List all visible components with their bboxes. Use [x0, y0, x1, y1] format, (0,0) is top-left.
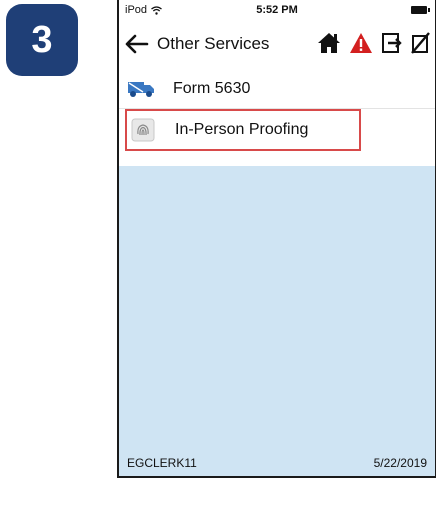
- logout-icon[interactable]: [381, 32, 403, 54]
- list-item-label: In-Person Proofing: [175, 121, 309, 138]
- fingerprint-icon: [129, 118, 157, 142]
- back-arrow-icon[interactable]: [123, 31, 149, 57]
- footer-user: EGCLERK11: [127, 456, 197, 470]
- status-bar: iPod 5:52 PM: [119, 0, 435, 20]
- step-number-badge: 3: [6, 4, 78, 76]
- battery-icon: [411, 6, 430, 14]
- no-signature-icon[interactable]: [411, 32, 431, 54]
- truck-icon: [127, 77, 155, 101]
- list-item-form-5630[interactable]: Form 5630: [119, 70, 435, 109]
- nav-actions: [317, 32, 431, 54]
- footer-date: 5/22/2019: [373, 456, 427, 470]
- services-list: Form 5630 In-Person Proofing: [119, 70, 435, 151]
- page-title: Other Services: [157, 34, 270, 53]
- status-time: 5:52 PM: [256, 4, 298, 16]
- nav-bar: Other Services: [119, 22, 435, 66]
- warning-icon[interactable]: [349, 32, 373, 54]
- list-item-in-person-proofing[interactable]: In-Person Proofing: [125, 109, 361, 151]
- content-area: [119, 166, 435, 450]
- home-icon[interactable]: [317, 32, 341, 54]
- footer: EGCLERK11 5/22/2019: [119, 448, 435, 476]
- phone-screen: iPod 5:52 PM Other Services Form 5630 In…: [117, 0, 436, 478]
- list-item-label: Form 5630: [173, 80, 251, 97]
